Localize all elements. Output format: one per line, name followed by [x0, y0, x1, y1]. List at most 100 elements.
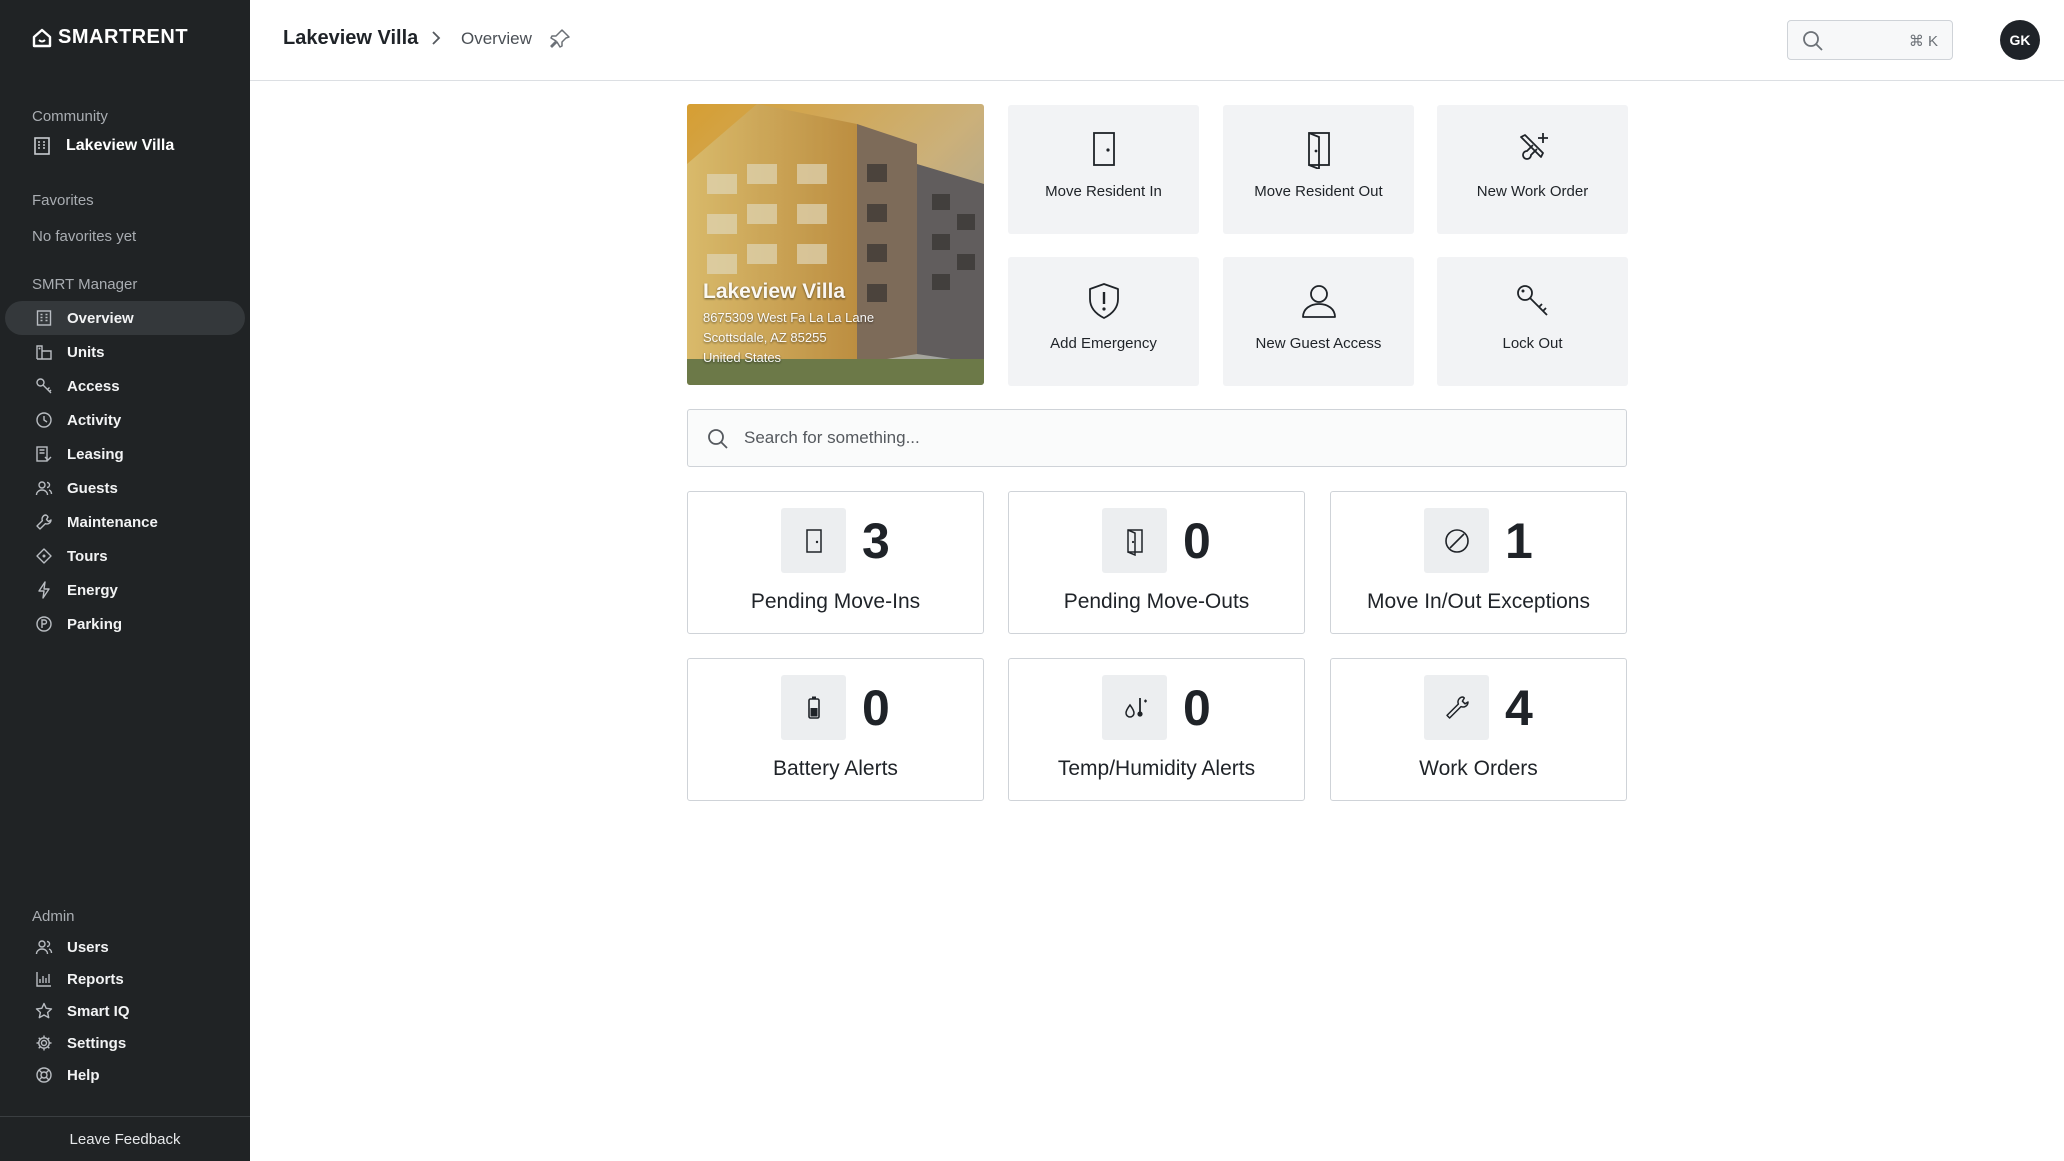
sidebar-item-tours[interactable]: Tours [5, 539, 245, 573]
sidebar-item-label: Parking [67, 615, 123, 633]
stat-head: 0 [1009, 508, 1304, 573]
admin-section-label: Admin [32, 908, 75, 925]
door-closed-icon [805, 528, 822, 553]
sidebar-item-help[interactable]: Help [5, 1059, 245, 1091]
global-search-button[interactable]: ⌘ K [1787, 20, 1953, 60]
sidebar-item-label: Settings [67, 1034, 127, 1052]
search-field[interactable] [687, 409, 1627, 467]
sidebar-item-units[interactable]: Units [5, 335, 245, 369]
thermometer-icon [1124, 697, 1147, 718]
admin-nav: Users Reports Smart IQ Settings Help [5, 931, 245, 1091]
tools-plus-icon [1519, 133, 1548, 160]
help-icon [36, 1067, 52, 1083]
sidebar-item-label: Activity [67, 411, 122, 429]
battery-alerts-card[interactable]: 0 Battery Alerts [687, 658, 984, 801]
sidebar-item-reports[interactable]: Reports [5, 963, 245, 995]
community-selector[interactable]: Lakeview Villa [32, 136, 174, 156]
leave-feedback-button[interactable]: Leave Feedback [0, 1116, 250, 1161]
sidebar-item-leasing[interactable]: Leasing [5, 437, 245, 471]
door-open-icon [1126, 528, 1143, 556]
bolt-icon [38, 581, 50, 599]
logo-house-icon [32, 28, 52, 47]
shield-alert-icon [1088, 283, 1119, 319]
battery-icon [807, 696, 820, 719]
logo-text: SmartRent [58, 26, 189, 48]
stat-icon-box [1102, 508, 1167, 573]
sidebar-item-users[interactable]: Users [5, 931, 245, 963]
add-emergency-button[interactable]: Add Emergency [1008, 257, 1199, 386]
stat-value: 1 [1505, 512, 1533, 569]
lock-out-button[interactable]: Lock Out [1437, 257, 1628, 386]
pending-move-ins-card[interactable]: 3 Pending Move-Ins [687, 491, 984, 634]
sidebar-item-parking[interactable]: Parking [5, 607, 245, 641]
sidebar-item-guests[interactable]: Guests [5, 471, 245, 505]
stat-value: 0 [1183, 679, 1211, 736]
new-guest-access-button[interactable]: New Guest Access [1223, 257, 1414, 386]
sidebar-item-label: Access [67, 377, 120, 395]
new-work-order-button[interactable]: New Work Order [1437, 105, 1628, 234]
sidebar-item-label: Maintenance [67, 513, 158, 531]
temp-humidity-alerts-card[interactable]: 0 Temp/Humidity Alerts [1008, 658, 1305, 801]
stat-value: 3 [862, 512, 890, 569]
action-label: Add Emergency [1050, 335, 1157, 352]
sidebar-item-activity[interactable]: Activity [5, 403, 245, 437]
sidebar-item-label: Units [67, 343, 105, 361]
key-icon [36, 378, 52, 394]
smartrent-logo[interactable]: SmartRent [32, 26, 188, 49]
sidebar-item-access[interactable]: Access [5, 369, 245, 403]
property-address-line3: United States [703, 350, 782, 365]
sidebar-item-maintenance[interactable]: Maintenance [5, 505, 245, 539]
stat-value: 4 [1505, 679, 1533, 736]
clock-icon [36, 412, 52, 428]
move-resident-out-button[interactable]: Move Resident Out [1223, 105, 1414, 234]
door-open-icon [1307, 132, 1330, 169]
stat-label: Pending Move-Ins [750, 590, 921, 613]
sidebar-item-overview[interactable]: Overview [5, 301, 245, 335]
action-label: New Guest Access [1255, 335, 1382, 352]
door-closed-icon [1092, 132, 1115, 166]
sidebar-item-smart-iq[interactable]: Smart IQ [5, 995, 245, 1027]
manager-nav: Overview Units Access Activity Leasing G… [5, 301, 245, 641]
sidebar: SmartRent Community Lakeview Villa Favor… [0, 0, 250, 1161]
sidebar-item-label: Leasing [67, 445, 124, 463]
stat-label: Battery Alerts [773, 757, 898, 780]
stat-head: 4 [1331, 675, 1626, 740]
stat-head: 3 [688, 508, 983, 573]
wrench-icon [36, 514, 52, 530]
sidebar-item-label: Guests [67, 479, 118, 497]
sidebar-item-label: Help [67, 1066, 100, 1084]
work-orders-card[interactable]: 4 Work Orders [1330, 658, 1627, 801]
user-avatar[interactable]: GK [2000, 20, 2040, 60]
stat-value: 0 [862, 679, 890, 736]
property-address-line1: 8675309 West Fa La La Lane [703, 310, 875, 325]
sidebar-item-label: Smart IQ [67, 1002, 130, 1020]
building-icon [36, 310, 52, 326]
breadcrumb-community[interactable]: Lakeview Villa [283, 27, 418, 50]
move-exceptions-card[interactable]: 1 Move In/Out Exceptions [1330, 491, 1627, 634]
sidebar-item-label: Users [67, 938, 109, 956]
stat-icon-box [781, 508, 846, 573]
property-card[interactable]: Lakeview Villa 8675309 West Fa La La Lan… [687, 104, 984, 385]
sidebar-item-energy[interactable]: Energy [5, 573, 245, 607]
stat-value: 0 [1183, 512, 1211, 569]
building-icon [34, 137, 50, 155]
stat-head: 0 [1009, 675, 1304, 740]
property-info: Lakeview Villa 8675309 West Fa La La Lan… [703, 280, 874, 368]
move-resident-in-button[interactable]: Move Resident In [1008, 105, 1199, 234]
favorites-section-label: Favorites [32, 192, 94, 209]
pending-move-outs-card[interactable]: 0 Pending Move-Outs [1008, 491, 1305, 634]
action-label: Move Resident Out [1254, 183, 1383, 200]
manager-section-label: SMRT Manager [32, 276, 138, 293]
stat-icon-box [1102, 675, 1167, 740]
users-icon [35, 940, 53, 955]
search-input[interactable] [744, 410, 1604, 466]
search-icon [708, 429, 728, 449]
pin-icon[interactable] [548, 27, 572, 51]
stat-icon-box [1424, 508, 1489, 573]
parking-icon [36, 616, 52, 632]
community-section-label: Community [32, 108, 108, 125]
property-address-line2: Scottsdale, AZ 85255 [703, 330, 827, 345]
sidebar-item-settings[interactable]: Settings [5, 1027, 245, 1059]
stat-label: Temp/Humidity Alerts [1057, 757, 1256, 780]
community-name: Lakeview Villa [66, 137, 175, 154]
